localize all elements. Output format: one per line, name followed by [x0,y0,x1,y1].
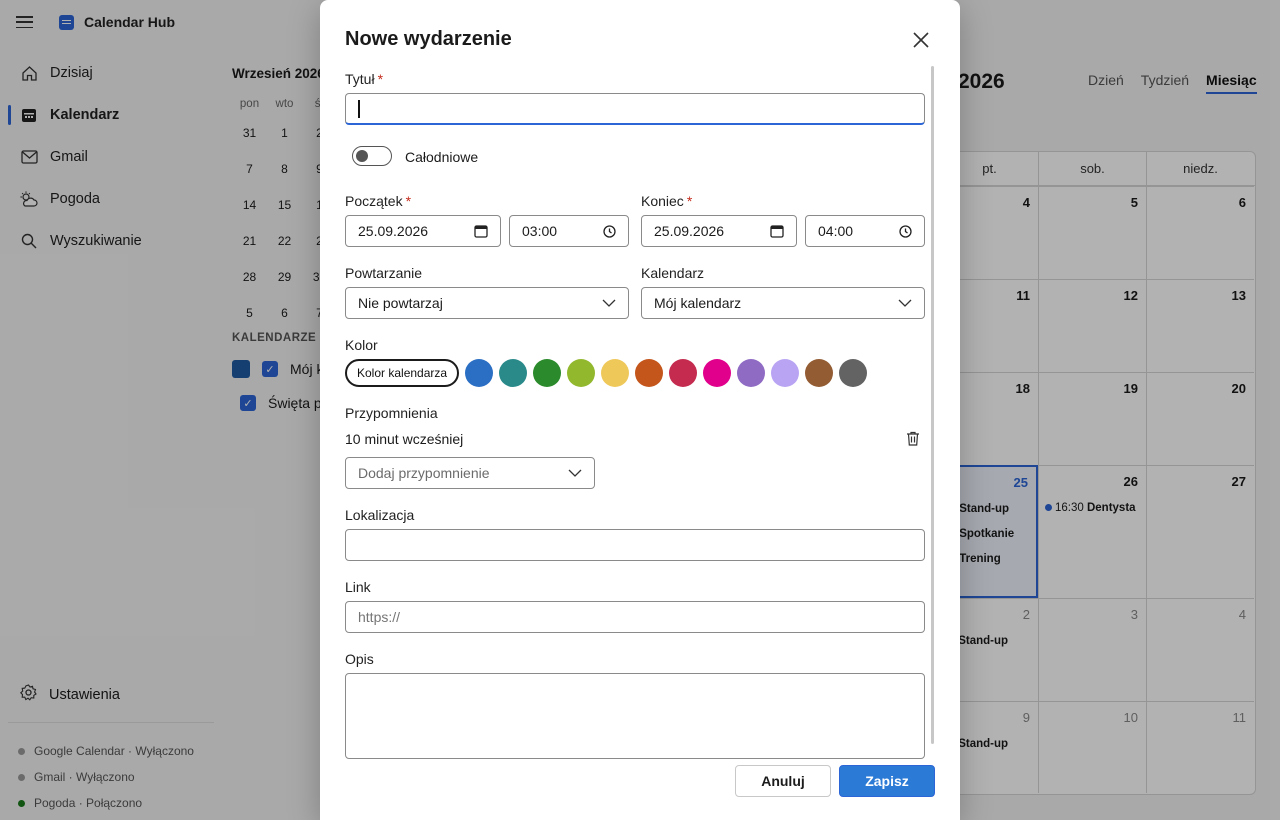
add-reminder-placeholder: Dodaj przypomnienie [358,465,490,481]
new-event-dialog: Nowe wydarzenie Tytuł * Całodniowe Począt… [320,0,960,820]
start-time-input[interactable]: 03:00 [509,215,629,247]
color-option[interactable] [737,359,766,387]
location-input[interactable] [345,529,925,561]
end-date-value: 25.09.2026 [654,223,725,239]
clock-icon[interactable] [603,224,616,238]
save-button[interactable]: Zapisz [839,765,935,797]
reminder-item: 10 minut wcześniej [345,431,464,447]
all-day-toggle[interactable] [352,146,392,166]
end-time-value: 04:00 [818,223,854,239]
date-picker-icon[interactable] [770,224,784,238]
add-reminder-select[interactable]: Dodaj przypomnienie [345,457,595,489]
end-label: Koniec * [641,193,693,209]
color-option[interactable] [771,359,800,387]
title-field-label: Tytuł * [345,71,384,87]
start-time-value: 03:00 [522,223,558,239]
start-label: Początek * [345,193,412,209]
repeat-select[interactable]: Nie powtarzaj [345,287,629,319]
color-option[interactable] [533,359,562,387]
end-date-input[interactable]: 25.09.2026 [641,215,797,247]
end-time-input[interactable]: 04:00 [805,215,925,247]
description-textarea[interactable] [345,673,925,759]
color-picker: Kolor kalendarza [345,359,873,387]
close-icon[interactable] [912,31,930,49]
calendar-select-value: Mój kalendarz [654,295,742,311]
color-option[interactable] [703,359,732,387]
calendar-select[interactable]: Mój kalendarz [641,287,925,319]
trash-icon[interactable] [906,431,920,447]
description-label: Opis [345,651,374,667]
color-option[interactable] [635,359,664,387]
start-date-input[interactable]: 25.09.2026 [345,215,501,247]
date-picker-icon[interactable] [474,224,488,238]
color-option[interactable] [805,359,834,387]
start-date-value: 25.09.2026 [358,223,429,239]
chevron-down-icon [898,299,912,307]
link-input[interactable] [345,601,925,633]
repeat-select-value: Nie powtarzaj [358,295,443,311]
text-caret [358,99,360,118]
cancel-button[interactable]: Anuluj [735,765,831,797]
repeat-label: Powtarzanie [345,265,423,281]
title-input[interactable] [345,93,925,125]
all-day-label: Całodniowe [405,149,479,165]
dialog-title: Nowe wydarzenie [345,28,512,50]
color-option[interactable] [465,359,494,387]
chevron-down-icon [568,469,582,477]
reminders-label: Przypomnienia [345,405,438,421]
color-option[interactable] [567,359,596,387]
color-option[interactable] [839,359,868,387]
calendar-label: Kalendarz [641,265,705,281]
color-option[interactable] [669,359,698,387]
link-label: Link [345,579,371,595]
dialog-scrollbar[interactable] [931,66,934,744]
location-label: Lokalizacja [345,507,415,523]
clock-icon[interactable] [899,224,912,238]
color-option[interactable] [499,359,528,387]
color-label: Kolor [345,337,378,353]
color-option-calendar-default[interactable]: Kolor kalendarza [345,359,460,387]
color-option[interactable] [601,359,630,387]
chevron-down-icon [602,299,616,307]
